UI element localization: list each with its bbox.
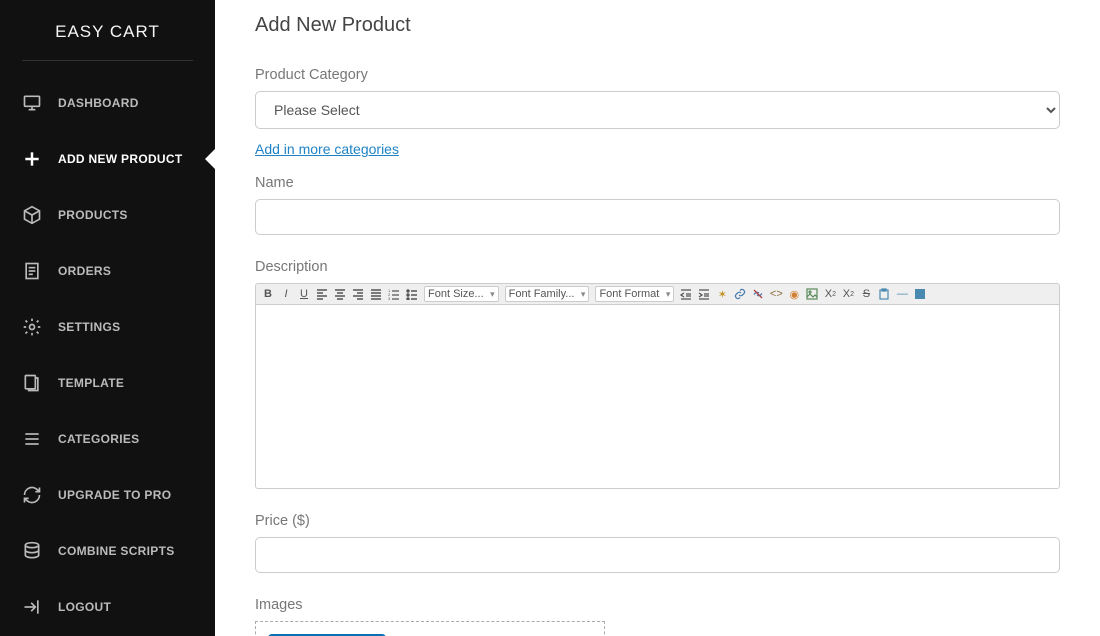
fullscreen-icon[interactable] <box>912 286 928 302</box>
image-drop-area[interactable]: Please Select or Drag & Drop Files <box>255 621 605 636</box>
sidebar-item-products[interactable]: PRODUCTS <box>0 193 215 237</box>
field-name: Name <box>255 175 1060 235</box>
link-icon[interactable] <box>732 286 748 302</box>
align-justify-icon[interactable] <box>368 286 384 302</box>
sidebar-nav: DASHBOARD ADD NEW PRODUCT PRODUCTS ORDER… <box>0 81 215 629</box>
unlink-icon[interactable] <box>750 286 766 302</box>
field-images: Images Please Select or Drag & Drop File… <box>255 597 1060 636</box>
font-size-select[interactable]: Font Size... <box>424 286 499 302</box>
database-icon <box>22 541 42 561</box>
sidebar-item-upgrade[interactable]: UPGRADE TO PRO <box>0 473 215 517</box>
align-center-icon[interactable] <box>332 286 348 302</box>
bold-icon[interactable]: B <box>260 286 276 302</box>
hr-icon[interactable]: — <box>894 286 910 302</box>
sidebar-item-label: ORDERS <box>58 264 111 278</box>
input-name[interactable] <box>255 199 1060 235</box>
list-icon <box>22 429 42 449</box>
sidebar-item-label: ADD NEW PRODUCT <box>58 152 183 166</box>
sidebar-item-orders[interactable]: ORDERS <box>0 249 215 293</box>
indent-icon[interactable] <box>696 286 712 302</box>
strikethrough-icon[interactable]: S <box>858 286 874 302</box>
select-category[interactable]: Please Select <box>255 91 1060 129</box>
sidebar-item-label: COMBINE SCRIPTS <box>58 544 175 558</box>
label-category: Product Category <box>255 67 1060 83</box>
sidebar-item-logout[interactable]: LOGOUT <box>0 585 215 629</box>
box-icon <box>22 205 42 225</box>
paste-icon[interactable] <box>876 286 892 302</box>
brand-title: EASY CART <box>0 0 215 60</box>
main-content: Add New Product Product Category Please … <box>215 0 1100 636</box>
media-icon[interactable]: ◉ <box>786 286 802 302</box>
sidebar-item-label: LOGOUT <box>58 600 111 614</box>
underline-icon[interactable]: U <box>296 286 312 302</box>
template-icon <box>22 373 42 393</box>
sidebar-item-template[interactable]: TEMPLATE <box>0 361 215 405</box>
italic-icon[interactable]: I <box>278 286 294 302</box>
sidebar-item-add-new-product[interactable]: ADD NEW PRODUCT <box>0 137 215 181</box>
sidebar-item-label: CATEGORIES <box>58 432 139 446</box>
svg-text:3: 3 <box>388 296 391 300</box>
receipt-icon <box>22 261 42 281</box>
sidebar-item-combine-scripts[interactable]: COMBINE SCRIPTS <box>0 529 215 573</box>
plus-icon <box>22 149 42 169</box>
sidebar-item-label: DASHBOARD <box>58 96 139 110</box>
image-icon[interactable] <box>804 286 820 302</box>
logout-icon <box>22 597 42 617</box>
link-add-categories[interactable]: Add in more categories <box>255 141 399 157</box>
font-family-select[interactable]: Font Family... <box>505 286 590 302</box>
refresh-icon <box>22 485 42 505</box>
sidebar-item-dashboard[interactable]: DASHBOARD <box>0 81 215 125</box>
editor-toolbar: B I U 123 <box>256 284 1059 305</box>
sidebar-item-categories[interactable]: CATEGORIES <box>0 417 215 461</box>
ordered-list-icon[interactable]: 123 <box>386 286 402 302</box>
rich-text-editor: B I U 123 <box>255 283 1060 489</box>
sidebar-item-label: TEMPLATE <box>58 376 124 390</box>
align-right-icon[interactable] <box>350 286 366 302</box>
gear-icon <box>22 317 42 337</box>
label-description: Description <box>255 259 1060 275</box>
bullet-list-icon[interactable] <box>404 286 420 302</box>
monitor-icon <box>22 93 42 113</box>
brand-divider <box>22 60 193 61</box>
editor-textarea[interactable] <box>256 305 1059 485</box>
label-name: Name <box>255 175 1060 191</box>
special-char-icon[interactable]: ✶ <box>714 286 730 302</box>
sidebar: EASY CART DASHBOARD ADD NEW PRODUCT PROD… <box>0 0 215 636</box>
field-category: Product Category Please Select Add in mo… <box>255 67 1060 157</box>
sidebar-item-settings[interactable]: SETTINGS <box>0 305 215 349</box>
subscript-icon[interactable]: X2 <box>822 286 838 302</box>
page-title: Add New Product <box>255 14 1060 37</box>
label-images: Images <box>255 597 1060 613</box>
label-price: Price ($) <box>255 513 1060 529</box>
input-price[interactable] <box>255 537 1060 573</box>
align-left-icon[interactable] <box>314 286 330 302</box>
outdent-icon[interactable] <box>678 286 694 302</box>
sidebar-item-label: PRODUCTS <box>58 208 128 222</box>
field-price: Price ($) <box>255 513 1060 573</box>
sidebar-item-label: UPGRADE TO PRO <box>58 488 171 502</box>
superscript-icon[interactable]: X2 <box>840 286 856 302</box>
code-icon[interactable]: <> <box>768 286 784 302</box>
font-format-select[interactable]: Font Format <box>595 286 674 302</box>
field-description: Description B I U <box>255 259 1060 489</box>
sidebar-item-label: SETTINGS <box>58 320 120 334</box>
